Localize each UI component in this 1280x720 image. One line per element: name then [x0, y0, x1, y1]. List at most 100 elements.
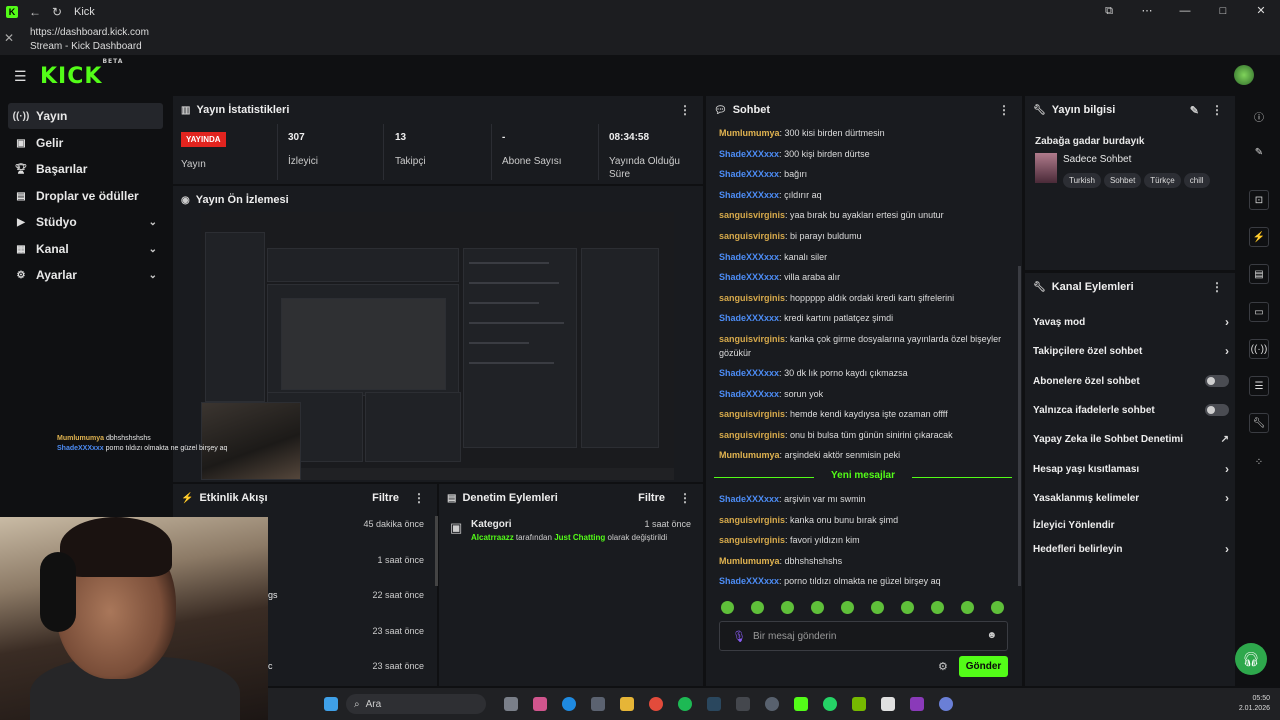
chrome-icon[interactable] [649, 697, 663, 711]
kick-logo[interactable]: KICKBETA [40, 58, 123, 89]
channel-action-item[interactable]: Abonelere özel sohbet [1033, 372, 1229, 390]
chat-username[interactable]: sanguisvirginis [719, 515, 785, 525]
task-view-icon[interactable] [504, 697, 518, 711]
chat-scrollbar[interactable] [1018, 266, 1021, 586]
chat-username[interactable]: sanguisvirginis [719, 293, 785, 303]
chat-username[interactable]: sanguisvirginis [719, 430, 785, 440]
edge-icon[interactable] [562, 697, 576, 711]
address-url[interactable]: https://dashboard.kick.com [30, 27, 149, 38]
chat-username[interactable]: sanguisvirginis [719, 535, 785, 545]
apps-icon[interactable]: ⁘ [1249, 452, 1269, 472]
microphone-icon[interactable]: 🎙︎ [732, 630, 746, 643]
chat-menu-icon[interactable]: ⋮ [998, 103, 1010, 117]
chat-username[interactable]: ShadeXXXxxx [719, 389, 779, 399]
channel-action-item[interactable]: İzleyici Yönlendir [1033, 516, 1223, 534]
channel-action-item[interactable]: Hesap yaşı kısıtlaması › [1033, 460, 1229, 478]
folder-icon[interactable] [620, 697, 634, 711]
spotify-icon[interactable] [678, 697, 692, 711]
hamburger-menu-icon[interactable]: ☰ [14, 68, 27, 85]
emote-icon[interactable] [721, 601, 734, 614]
obs-icon[interactable] [765, 697, 779, 711]
channel-actions-menu-icon[interactable]: ⋮ [1211, 280, 1223, 294]
app-icon[interactable] [910, 697, 924, 711]
chat-username[interactable]: Mumlumumya [719, 556, 780, 566]
chat-username[interactable]: ShadeXXXxxx [719, 272, 779, 282]
stats-menu-icon[interactable]: ⋮ [679, 103, 691, 117]
chat-username[interactable]: ShadeXXXxxx [719, 169, 779, 179]
layout-icon[interactable]: ☰ [1249, 376, 1269, 396]
sidebar-item-basarilar[interactable]: 🏆︎ Başarılar [8, 156, 163, 182]
edit-pencil-icon[interactable]: ✎ [1190, 104, 1199, 117]
app-icon[interactable] [939, 697, 953, 711]
lightning-icon[interactable]: ⚡ [1249, 227, 1269, 247]
minimize-button[interactable]: — [1166, 0, 1204, 23]
windows-start-icon[interactable] [324, 697, 338, 711]
chat-username[interactable]: ShadeXXXxxx [719, 252, 779, 262]
chat-username[interactable]: sanguisvirginis [719, 409, 785, 419]
user-avatar[interactable] [1234, 65, 1254, 85]
activity-filter-button[interactable]: Filtre [372, 492, 399, 504]
emote-icon[interactable] [901, 601, 914, 614]
chat-username[interactable]: sanguisvirginis [719, 334, 785, 344]
broadcast-icon[interactable]: ((·)) [1249, 339, 1269, 359]
emote-icon[interactable] [811, 601, 824, 614]
channel-action-item[interactable]: Yasaklanmış kelimeler › [1033, 489, 1229, 507]
list-icon[interactable]: ▤ [1249, 264, 1269, 284]
emoji-icon[interactable]: ☻ [986, 630, 997, 641]
sidebar-item-droplar[interactable]: ▤ Droplar ve ödüller [8, 183, 163, 209]
chat-username[interactable]: ShadeXXXxxx [719, 313, 779, 323]
reload-icon[interactable]: ↻ [46, 5, 68, 19]
back-arrow-icon[interactable]: ← [24, 5, 46, 19]
sidebar-item-ayarlar[interactable]: ⚙ Ayarlar ⌄ [8, 262, 163, 288]
toggle-switch[interactable] [1205, 404, 1229, 416]
emote-icon[interactable] [841, 601, 854, 614]
toggle-switch[interactable] [1205, 375, 1229, 387]
send-button[interactable]: Gönder [959, 656, 1008, 677]
channel-action-item[interactable]: Yapay Zeka ile Sohbet Denetimi ↗ [1033, 430, 1229, 448]
chat-username[interactable]: Mumlumumya [719, 128, 780, 138]
chat-username[interactable]: ShadeXXXxxx [719, 149, 779, 159]
channel-action-item[interactable]: Yalnızca ifadelerle sohbet [1033, 401, 1229, 419]
taskbar-search[interactable]: ⌕ Ara [346, 694, 486, 714]
nvidia-icon[interactable] [852, 697, 866, 711]
activity-menu-icon[interactable]: ⋮ [413, 491, 425, 505]
app-icon[interactable] [736, 697, 750, 711]
steam-icon[interactable] [707, 697, 721, 711]
maximize-button[interactable]: □ [1204, 0, 1242, 23]
channel-action-item[interactable]: Yavaş mod › [1033, 313, 1229, 331]
taskbar-clock[interactable]: 05:50 2.01.2026 [1239, 694, 1270, 714]
app-icon[interactable] [881, 697, 895, 711]
emote-icon[interactable] [961, 601, 974, 614]
emote-icon[interactable] [871, 601, 884, 614]
stream-preview-video[interactable] [201, 212, 674, 480]
emote-icon[interactable] [931, 601, 944, 614]
chat-username[interactable]: ShadeXXXxxx [719, 190, 779, 200]
screen-share-icon[interactable]: ⧉ [1090, 0, 1128, 23]
sidebar-item-gelir[interactable]: ▣ Gelir [8, 130, 163, 156]
scrollbar[interactable] [435, 516, 438, 586]
moderation-filter-button[interactable]: Filtre [638, 492, 665, 504]
wrench-icon[interactable]: 🔧︎ [1249, 413, 1269, 433]
help-headset-button[interactable]: 🎧︎ [1235, 643, 1267, 675]
chat-username[interactable]: ShadeXXXxxx [719, 576, 779, 586]
close-icon[interactable]: ✕ [4, 31, 14, 45]
whatsapp-icon[interactable] [823, 697, 837, 711]
channel-action-item[interactable]: Hedefleri belirleyin › [1033, 540, 1229, 558]
menu-dots-icon[interactable]: ⋯ [1128, 0, 1166, 23]
close-window-button[interactable]: ✕ [1242, 0, 1280, 23]
sidebar-item-yayin[interactable]: ((·)) Yayın [8, 103, 163, 129]
chat-username[interactable]: ShadeXXXxxx [719, 494, 779, 504]
chat-input[interactable]: 🎙︎ Bir mesaj gönderin ☻ [719, 621, 1008, 651]
emote-icon[interactable] [991, 601, 1004, 614]
info-icon[interactable]: ⓘ [1249, 106, 1269, 126]
pencil-icon[interactable]: ✎ [1249, 142, 1269, 162]
moderation-menu-icon[interactable]: ⋮ [679, 491, 691, 505]
kick-icon[interactable] [794, 697, 808, 711]
chat-username[interactable]: sanguisvirginis [719, 231, 785, 241]
chat-username[interactable]: sanguisvirginis [719, 210, 785, 220]
chat-icon[interactable]: ▭ [1249, 302, 1269, 322]
chat-settings-icon[interactable]: ⚙ [938, 660, 948, 673]
chat-username[interactable]: ShadeXXXxxx [719, 368, 779, 378]
store-icon[interactable] [591, 697, 605, 711]
stream-info-menu-icon[interactable]: ⋮ [1211, 103, 1223, 117]
